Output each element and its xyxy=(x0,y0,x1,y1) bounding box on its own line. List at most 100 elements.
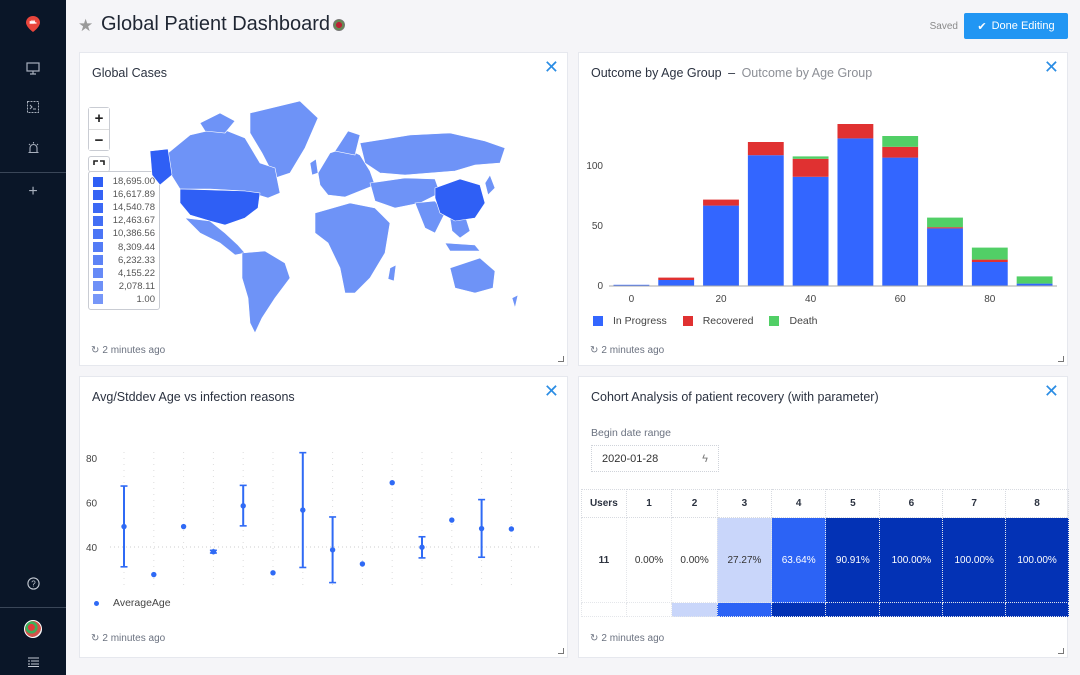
zoom-out-button[interactable]: − xyxy=(89,129,109,150)
data-point[interactable] xyxy=(359,561,366,567)
zoom-in-button[interactable]: + xyxy=(89,108,109,129)
refresh-icon[interactable]: ↻ xyxy=(590,345,598,356)
card-title: Cohort Analysis of patient recovery (wit… xyxy=(591,390,879,404)
sidebar-item-new[interactable]: + xyxy=(0,177,66,207)
legend-swatch xyxy=(93,202,103,213)
close-icon[interactable]: ✕ xyxy=(544,57,559,78)
done-editing-button[interactable]: ✔ Done Editing xyxy=(964,13,1068,39)
resize-handle[interactable] xyxy=(558,356,564,362)
close-icon[interactable]: ✕ xyxy=(1044,381,1059,402)
legend-item: 8,309.44 xyxy=(93,240,155,253)
last-updated: ↻ 2 minutes ago xyxy=(590,345,665,356)
refresh-icon[interactable]: ↻ xyxy=(91,345,99,356)
data-point[interactable] xyxy=(389,479,395,486)
data-point[interactable] xyxy=(329,547,336,553)
close-icon[interactable]: ✕ xyxy=(544,381,559,402)
last-updated: ↻ 2 minutes ago xyxy=(91,633,166,644)
refresh-icon[interactable]: ↻ xyxy=(590,633,598,644)
sidebar-item-dashboards[interactable] xyxy=(0,53,66,83)
world-map[interactable] xyxy=(150,93,550,333)
legend-item[interactable]: Death xyxy=(769,315,818,327)
begin-date-input[interactable]: 2020-01-28 ϟ xyxy=(591,445,719,472)
cohort-bar xyxy=(879,602,944,617)
sidebar-divider xyxy=(0,172,66,173)
scatter-legend: AverageAge xyxy=(94,597,171,609)
column-header-period[interactable]: 5 xyxy=(825,489,881,518)
data-point[interactable] xyxy=(121,523,127,530)
column-header-period[interactable]: 8 xyxy=(1005,489,1069,518)
sidebar-item-sql-lab[interactable] xyxy=(0,92,66,122)
legend-item[interactable]: Recovered xyxy=(682,315,753,327)
sidebar-item-menu[interactable] xyxy=(0,647,66,675)
bar-segment-death[interactable] xyxy=(927,217,963,228)
bar-segment-recovered[interactable] xyxy=(971,259,1008,262)
bar-segment-in-progress[interactable] xyxy=(882,157,919,286)
bar-segment-in-progress[interactable] xyxy=(837,138,874,286)
column-header-period[interactable]: 3 xyxy=(716,489,773,518)
bar-segment-recovered[interactable] xyxy=(747,142,784,156)
fullscreen-button[interactable] xyxy=(88,156,110,172)
data-point[interactable] xyxy=(449,517,455,523)
column-header-period[interactable]: 7 xyxy=(942,489,1007,518)
bar-segment-recovered[interactable] xyxy=(837,124,874,139)
bar-segment-recovered[interactable] xyxy=(792,158,829,177)
bar-segment-recovered[interactable] xyxy=(658,277,695,280)
favorite-star-icon[interactable]: ★ xyxy=(78,16,93,36)
cohort-cell: 0.00% xyxy=(625,517,673,603)
bar-segment-in-progress[interactable] xyxy=(747,155,784,286)
continent-africa xyxy=(314,202,391,294)
superset-logo-icon[interactable] xyxy=(0,9,66,39)
bar-segment-in-progress[interactable] xyxy=(971,262,1008,286)
data-point[interactable] xyxy=(270,570,276,576)
close-icon[interactable]: ✕ xyxy=(1044,57,1059,78)
data-point[interactable] xyxy=(180,523,187,530)
bar-segment-in-progress[interactable] xyxy=(792,176,829,286)
table-row: 11 0.00% 0.00% 27.27% 63.64% 90.91% 100.00% 100… xyxy=(581,517,1069,603)
x-tick-label: 80 xyxy=(984,294,996,303)
column-header-period[interactable]: 1 xyxy=(625,489,673,518)
bar-segment-in-progress[interactable] xyxy=(703,205,739,286)
bar-segment-death[interactable] xyxy=(1016,276,1053,284)
data-point[interactable] xyxy=(419,544,425,550)
bar-segment-death[interactable] xyxy=(792,156,829,159)
page-title[interactable]: Global Patient Dashboard xyxy=(101,13,346,36)
refresh-icon[interactable]: ↻ xyxy=(91,633,99,644)
avatar-icon xyxy=(24,620,42,638)
data-point[interactable] xyxy=(508,526,515,532)
legend-swatch xyxy=(682,316,693,326)
cohort-bar xyxy=(1005,602,1069,617)
bar-segment-recovered[interactable] xyxy=(927,227,963,229)
resize-handle[interactable] xyxy=(1058,648,1064,654)
data-point[interactable] xyxy=(478,525,485,532)
bar-segment-death[interactable] xyxy=(971,247,1008,260)
bar-segment-recovered[interactable] xyxy=(882,146,919,158)
x-tick-label: 60 xyxy=(895,294,907,303)
sidebar-item-help[interactable]: ? xyxy=(0,568,66,598)
data-point[interactable] xyxy=(240,503,246,509)
country-australia xyxy=(449,257,496,294)
column-header-period[interactable]: 6 xyxy=(879,489,944,518)
legend-swatch xyxy=(93,176,103,187)
data-point[interactable] xyxy=(210,548,217,555)
sidebar-item-alerts[interactable] xyxy=(0,132,66,162)
card-title: Avg/Stddev Age vs infection reasons xyxy=(92,390,295,404)
data-point[interactable] xyxy=(151,571,157,578)
bar-segment-in-progress[interactable] xyxy=(658,280,695,286)
legend-item: 10,386.56 xyxy=(93,227,155,240)
column-header-period[interactable]: 4 xyxy=(771,489,827,518)
column-header-period[interactable]: 2 xyxy=(671,489,718,518)
legend-swatch xyxy=(93,255,103,266)
column-header-users[interactable]: Users xyxy=(581,489,627,518)
resize-handle[interactable] xyxy=(1058,356,1064,362)
legend-item[interactable]: In Progress xyxy=(593,315,667,327)
data-point[interactable] xyxy=(300,507,306,513)
bar-segment-death[interactable] xyxy=(882,136,919,147)
terminal-icon xyxy=(27,101,39,113)
legend-swatch xyxy=(93,215,103,226)
bar-segment-in-progress[interactable] xyxy=(927,228,963,286)
x-tick-label: 20 xyxy=(715,294,727,303)
card-global-cases: Global Cases ✕ + − 18,695.00 16,617.89 14,… xyxy=(79,52,568,366)
bar-segment-recovered[interactable] xyxy=(703,199,739,206)
resize-handle[interactable] xyxy=(558,648,564,654)
sidebar-item-user[interactable] xyxy=(0,614,66,644)
